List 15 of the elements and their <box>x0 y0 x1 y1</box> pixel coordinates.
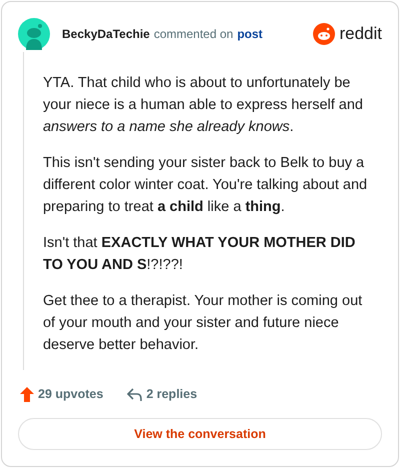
comment-paragraph: YTA. That child who is about to unfortunately be your niece is a human able to express herself and answers to a name she already knows. <box>42 74 364 137</box>
post-link[interactable]: post <box>237 25 263 43</box>
comment-paragraph: This isn't sending your sister back to Belk to buy a different color winter coat. You're talking about and preparing to treat a child like a thing. <box>42 154 368 217</box>
upvote-count: 29 upvotes <box>38 386 104 404</box>
comment-paragraph: Isn't that EXACTLY WHAT YOUR MOTHER DID TO YOU AND S!?!??! <box>42 234 356 275</box>
reply-arrow-icon[interactable] <box>127 388 142 402</box>
reddit-logo-icon[interactable] <box>313 23 336 45</box>
comment-paragraph: Get thee to a therapist. Your mother is coming out of your mouth and your sister and future niece deserve better behavior. <box>42 292 364 355</box>
avatar-icon[interactable] <box>18 18 50 50</box>
comment-action: commented on <box>154 26 234 43</box>
view-conversation-button[interactable]: View the conversation <box>18 418 382 450</box>
author-name[interactable]: BeckyDaTechie <box>62 25 150 43</box>
reply-count: 2 replies <box>146 386 198 404</box>
brand-name: reddit <box>339 23 382 46</box>
upvote-arrow-icon[interactable] <box>20 387 34 402</box>
